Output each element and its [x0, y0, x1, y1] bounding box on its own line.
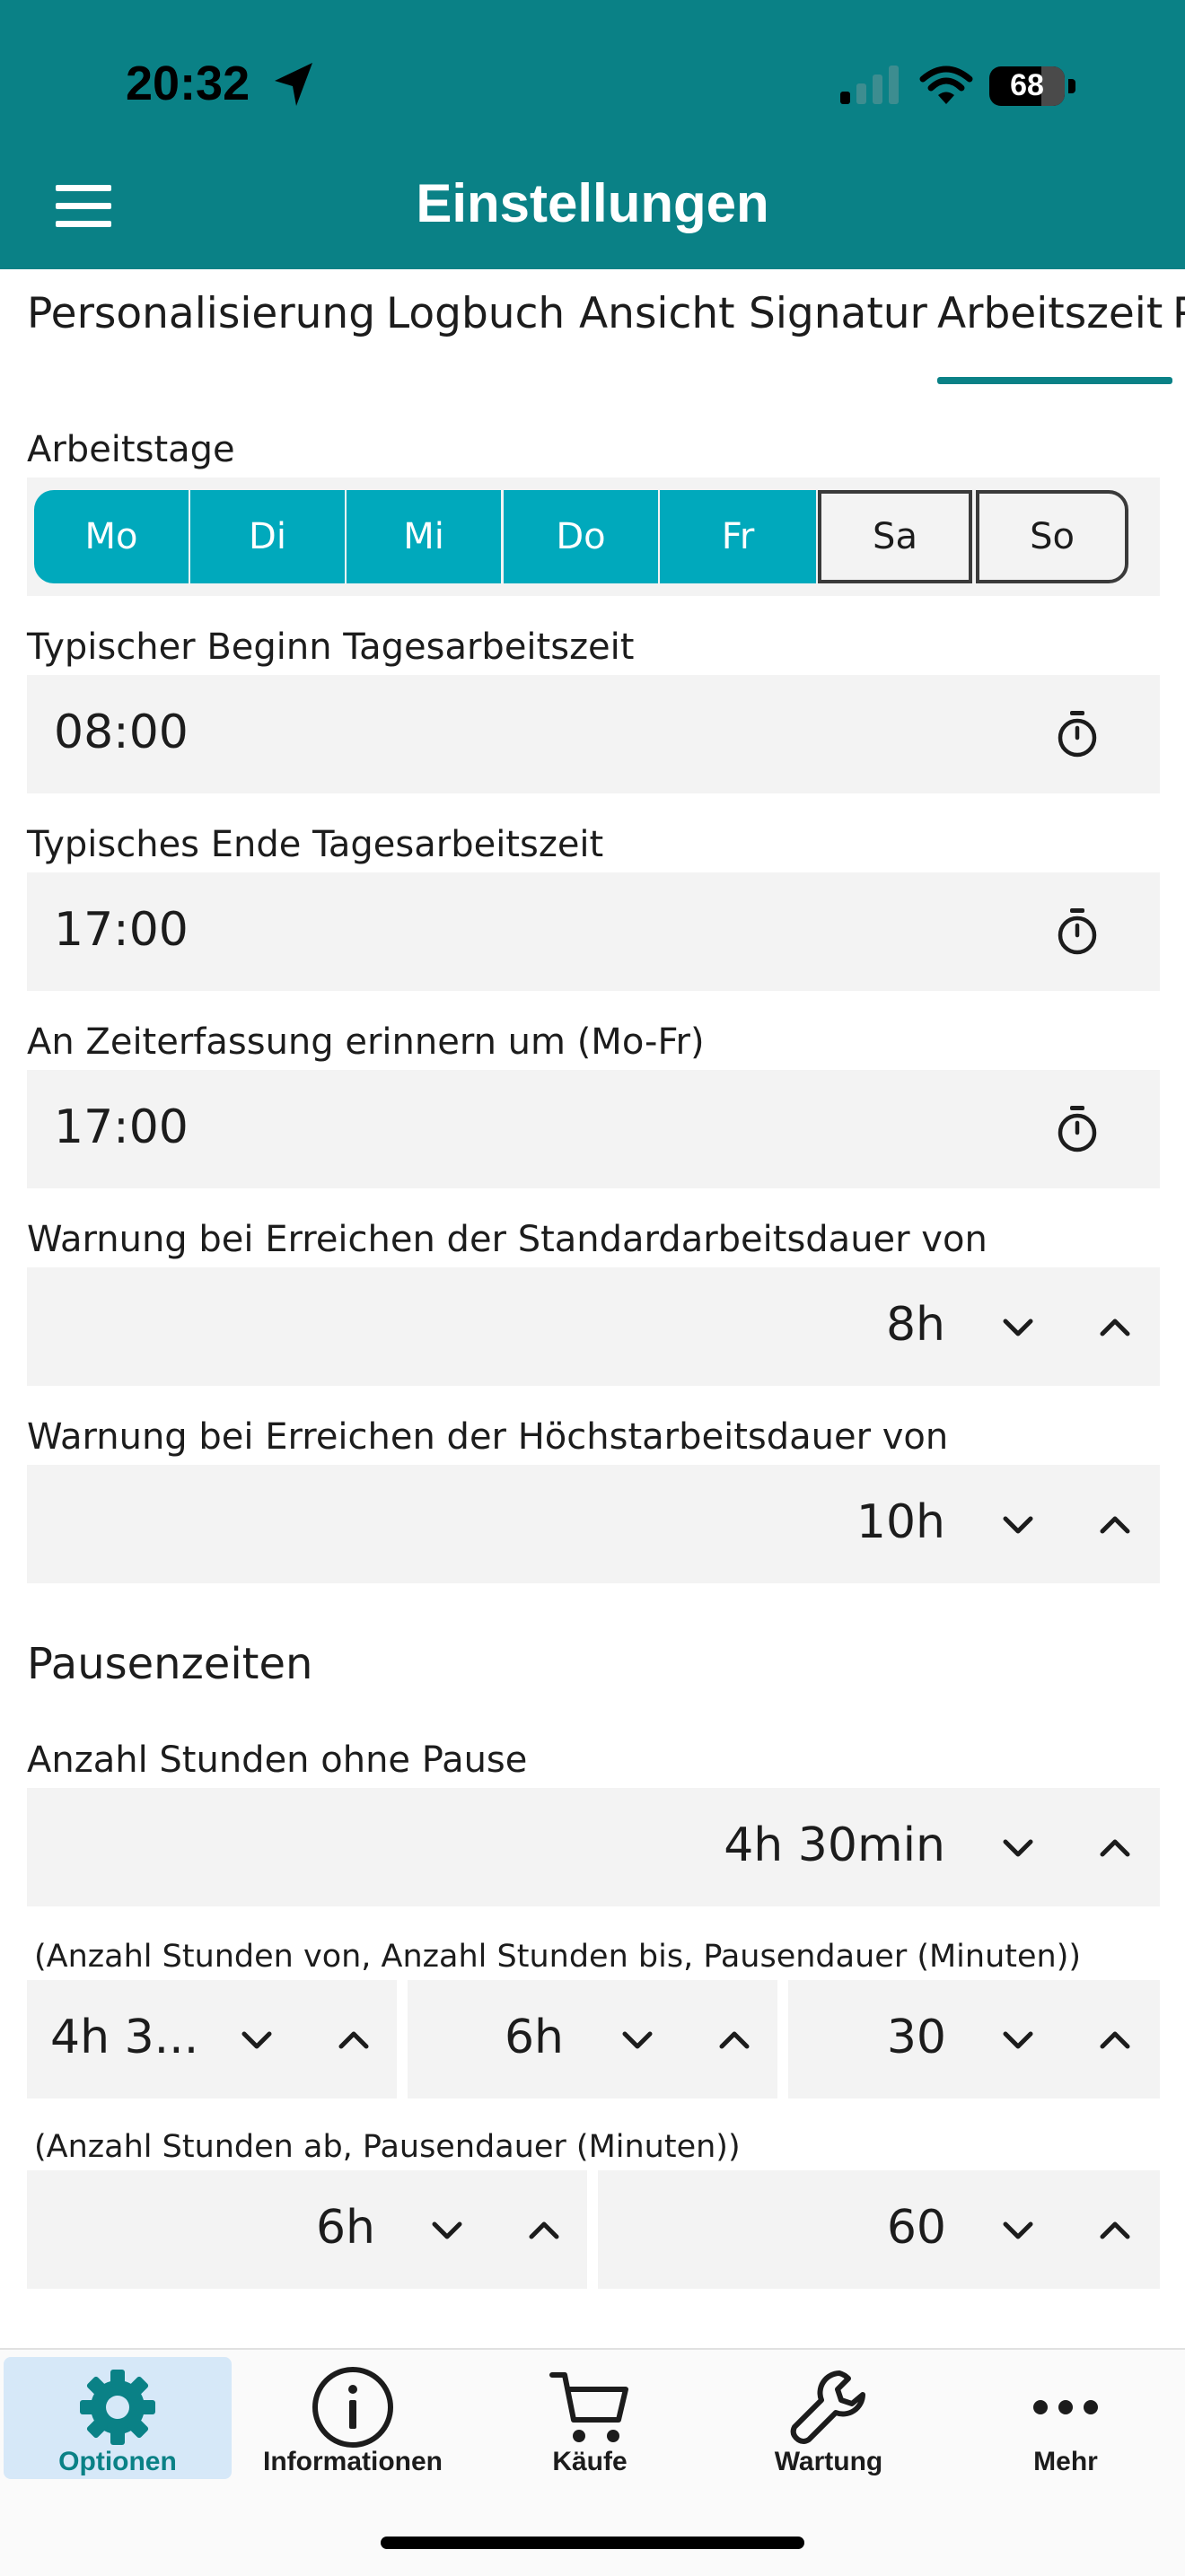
range-to-value: 6h — [504, 2011, 564, 2064]
reminder-value: 17:00 — [54, 1100, 189, 1154]
range-rule-label: (Anzahl Stunden von, Anzahl Stunden bis,… — [34, 1939, 1082, 1975]
start-time-label: Typischer Beginn Tagesarbeitszeit — [27, 626, 635, 668]
nav-label: Informationen — [263, 2447, 443, 2476]
range-minutes-value: 30 — [886, 2011, 946, 2064]
tab-logbuch[interactable]: Logbuch — [386, 289, 565, 338]
max-warning-label: Warnung bei Erreichen der Höchstarbeitsd… — [27, 1416, 949, 1458]
cellular-signal-icon — [840, 66, 899, 104]
tab-personalisierung[interactable]: Personalisierung — [27, 289, 375, 338]
chevron-up-icon[interactable] — [334, 2027, 373, 2054]
chevron-up-icon[interactable] — [524, 2217, 564, 2244]
chevron-down-icon[interactable] — [427, 2217, 467, 2244]
chevron-down-icon[interactable] — [998, 2027, 1038, 2054]
battery-level: 68 — [1010, 68, 1044, 102]
day-toggle-sa[interactable]: Sa — [818, 490, 972, 583]
chevron-up-icon[interactable] — [715, 2027, 754, 2054]
chevron-up-icon[interactable] — [1095, 2027, 1135, 2054]
tab-arbeitszeit[interactable]: Arbeitszeit — [937, 289, 1163, 338]
nav-informationen[interactable]: Informationen — [239, 2357, 467, 2479]
nav-label: Käufe — [552, 2447, 628, 2476]
active-tab-indicator — [937, 377, 1172, 384]
nav-label: Optionen — [58, 2447, 177, 2476]
from-minutes-field[interactable] — [598, 2170, 1160, 2289]
settings-tabs: Personalisierung Logbuch Ansicht Signatu… — [0, 269, 1185, 384]
chevron-down-icon[interactable] — [618, 2027, 657, 2054]
stopwatch-icon[interactable] — [1054, 907, 1101, 957]
status-time: 20:32 — [126, 57, 250, 110]
tab-signatur[interactable]: Signatur — [749, 289, 927, 338]
chevron-down-icon[interactable] — [998, 1835, 1038, 1862]
nav-mehr[interactable]: Mehr — [952, 2357, 1180, 2479]
standard-warning-value: 8h — [885, 1298, 945, 1352]
no-break-field[interactable] — [27, 1788, 1160, 1906]
chevron-down-icon[interactable] — [237, 2027, 276, 2054]
stopwatch-icon[interactable] — [1054, 709, 1101, 759]
end-time-label: Typisches Ende Tagesarbeitszeit — [27, 824, 604, 865]
reminder-label: An Zeiterfassung erinnern um (Mo-Fr) — [27, 1021, 705, 1063]
from-hours-value: 6h — [315, 2201, 375, 2255]
from-rule-label: (Anzahl Stunden ab, Pausendauer (Minuten… — [34, 2129, 741, 2165]
nav-wartung[interactable]: Wartung — [715, 2357, 943, 2479]
wifi-icon — [919, 66, 973, 104]
cart-icon — [549, 2372, 628, 2442]
tab-partial[interactable]: P — [1172, 289, 1185, 338]
home-indicator — [381, 2537, 804, 2549]
stopwatch-icon[interactable] — [1054, 1104, 1101, 1154]
end-time-field[interactable] — [27, 872, 1160, 991]
day-toggle-mo[interactable]: Mo — [34, 490, 189, 583]
start-time-value: 08:00 — [54, 705, 189, 759]
chevron-down-icon[interactable] — [998, 2217, 1038, 2244]
nav-label: Mehr — [1033, 2447, 1098, 2476]
gear-icon — [80, 2370, 155, 2445]
standard-warning-field[interactable] — [27, 1267, 1160, 1386]
from-minutes-value: 60 — [886, 2201, 946, 2255]
no-break-value: 4h 30min — [724, 1818, 945, 1872]
chevron-up-icon[interactable] — [1095, 1511, 1135, 1538]
start-time-field[interactable] — [27, 675, 1160, 793]
chevron-down-icon[interactable] — [998, 1314, 1038, 1341]
range-from-value: 4h 3... — [50, 2011, 199, 2064]
location-arrow-icon — [275, 63, 312, 106]
breaks-section-title: Pausenzeiten — [27, 1639, 313, 1689]
nav-optionen[interactable]: Optionen — [4, 2357, 232, 2479]
reminder-field[interactable] — [27, 1070, 1160, 1188]
nav-kaeufe[interactable]: Käufe — [476, 2357, 704, 2479]
max-warning-value: 10h — [856, 1495, 945, 1549]
battery-indicator: 68 — [989, 66, 1077, 106]
day-toggle-so[interactable]: So — [976, 490, 1128, 583]
no-break-label: Anzahl Stunden ohne Pause — [27, 1739, 528, 1781]
chevron-up-icon[interactable] — [1095, 1314, 1135, 1341]
end-time-value: 17:00 — [54, 903, 189, 957]
chevron-down-icon[interactable] — [998, 1511, 1038, 1538]
chevron-up-icon[interactable] — [1095, 1835, 1135, 1862]
more-icon — [1033, 2400, 1098, 2414]
from-hours-field[interactable] — [27, 2170, 587, 2289]
day-toggle-fr[interactable]: Fr — [660, 490, 816, 583]
workdays-label: Arbeitstage — [27, 429, 235, 470]
nav-label: Wartung — [774, 2447, 883, 2476]
max-warning-field[interactable] — [27, 1465, 1160, 1583]
day-toggle-do[interactable]: Do — [504, 490, 658, 583]
tab-ansicht[interactable]: Ansicht — [579, 289, 735, 338]
standard-warning-label: Warnung bei Erreichen der Standardarbeit… — [27, 1219, 988, 1260]
wrench-icon — [790, 2370, 865, 2444]
chevron-up-icon[interactable] — [1095, 2217, 1135, 2244]
info-icon — [312, 2367, 393, 2448]
day-toggle-mi[interactable]: Mi — [347, 490, 501, 583]
page-title: Einstellungen — [416, 173, 769, 233]
day-toggle-di[interactable]: Di — [190, 490, 345, 583]
